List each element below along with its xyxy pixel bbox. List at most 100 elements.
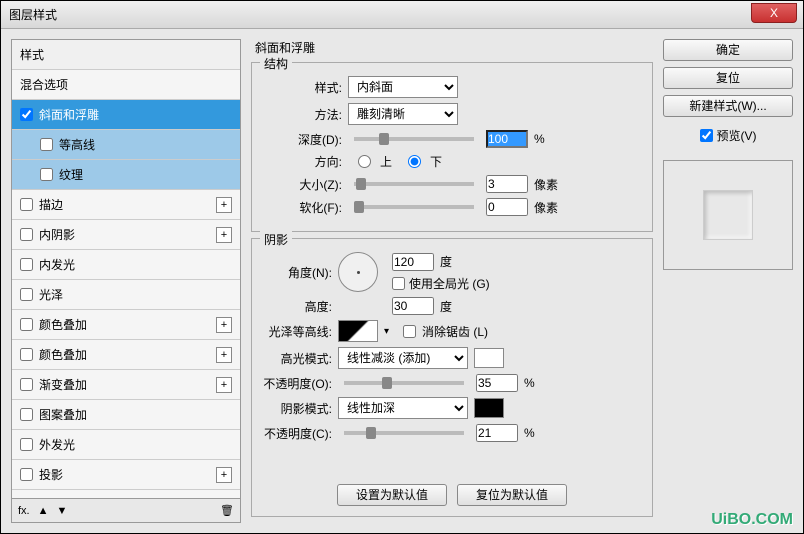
cancel-button[interactable]: 复位 bbox=[663, 67, 793, 89]
sidebar-item[interactable]: 颜色叠加+ bbox=[12, 340, 240, 370]
size-slider[interactable] bbox=[354, 182, 474, 186]
add-icon[interactable]: + bbox=[216, 227, 232, 243]
style-checkbox[interactable] bbox=[20, 228, 33, 241]
style-checkbox[interactable] bbox=[20, 438, 33, 451]
shadow-mode-label: 阴影模式: bbox=[262, 400, 332, 417]
angle-unit: 度 bbox=[440, 253, 452, 270]
blend-options[interactable]: 混合选项 bbox=[12, 70, 240, 100]
close-button[interactable]: X bbox=[751, 3, 797, 23]
style-label: 光泽 bbox=[39, 286, 232, 303]
titlebar: 图层样式 X bbox=[1, 1, 803, 29]
layer-style-dialog: 图层样式 X 样式 混合选项 斜面和浮雕等高线纹理描边+内阴影+内发光光泽颜色叠… bbox=[0, 0, 804, 534]
add-icon[interactable]: + bbox=[216, 467, 232, 483]
depth-slider[interactable] bbox=[354, 137, 474, 141]
highlight-mode-select[interactable]: 线性减淡 (添加) bbox=[338, 347, 468, 369]
depth-input[interactable] bbox=[486, 130, 528, 148]
global-light-label: 使用全局光 (G) bbox=[409, 275, 490, 292]
soften-unit: 像素 bbox=[534, 199, 558, 216]
structure-title: 结构 bbox=[260, 55, 292, 72]
style-list: 样式 混合选项 斜面和浮雕等高线纹理描边+内阴影+内发光光泽颜色叠加+颜色叠加+… bbox=[12, 40, 240, 498]
global-light-checkbox[interactable] bbox=[392, 277, 405, 290]
set-default-button[interactable]: 设置为默认值 bbox=[337, 484, 447, 506]
highlight-color-swatch[interactable] bbox=[474, 348, 504, 368]
method-select[interactable]: 雕刻清晰 bbox=[348, 103, 458, 125]
reset-default-button[interactable]: 复位为默认值 bbox=[457, 484, 567, 506]
highlight-opacity-slider[interactable] bbox=[344, 381, 464, 385]
sidebar-item[interactable]: 颜色叠加+ bbox=[12, 310, 240, 340]
sidebar-item[interactable]: 纹理 bbox=[12, 160, 240, 190]
antialias-checkbox[interactable] bbox=[403, 325, 416, 338]
style-label: 颜色叠加 bbox=[39, 346, 216, 363]
sidebar-item[interactable]: 内阴影+ bbox=[12, 220, 240, 250]
preview-checkbox[interactable] bbox=[700, 129, 713, 142]
section-title: 斜面和浮雕 bbox=[255, 39, 653, 56]
depth-label: 深度(D): bbox=[262, 131, 342, 148]
trash-icon[interactable]: 🗑 bbox=[220, 504, 234, 517]
altitude-input[interactable] bbox=[392, 297, 434, 315]
style-checkbox[interactable] bbox=[20, 288, 33, 301]
main-panel: 斜面和浮雕 结构 样式: 内斜面 方法: 雕刻清晰 深度(D): % bbox=[251, 39, 653, 523]
watermark: UiBO.COM bbox=[711, 511, 793, 529]
soften-slider[interactable] bbox=[354, 205, 474, 209]
direction-up-radio[interactable] bbox=[358, 155, 371, 168]
sidebar-item[interactable]: 等高线 bbox=[12, 130, 240, 160]
shadow-opacity-slider[interactable] bbox=[344, 431, 464, 435]
style-label: 投影 bbox=[39, 466, 216, 483]
content: 样式 混合选项 斜面和浮雕等高线纹理描边+内阴影+内发光光泽颜色叠加+颜色叠加+… bbox=[1, 29, 803, 533]
depth-unit: % bbox=[534, 132, 545, 146]
shadow-mode-select[interactable]: 线性加深 bbox=[338, 397, 468, 419]
new-style-button[interactable]: 新建样式(W)... bbox=[663, 95, 793, 117]
sidebar-item[interactable]: 图案叠加 bbox=[12, 400, 240, 430]
highlight-opacity-input[interactable] bbox=[476, 374, 518, 392]
sidebar-item[interactable]: 外发光 bbox=[12, 430, 240, 460]
shadow-title: 阴影 bbox=[260, 231, 292, 248]
direction-down-radio[interactable] bbox=[408, 155, 421, 168]
shadow-color-swatch[interactable] bbox=[474, 398, 504, 418]
gloss-contour-picker[interactable] bbox=[338, 320, 378, 342]
style-checkbox[interactable] bbox=[20, 378, 33, 391]
style-checkbox[interactable] bbox=[20, 348, 33, 361]
style-checkbox[interactable] bbox=[20, 408, 33, 421]
style-label: 颜色叠加 bbox=[39, 316, 216, 333]
move-up-icon[interactable]: ▲ bbox=[38, 505, 49, 517]
gloss-label: 光泽等高线: bbox=[262, 323, 332, 340]
style-label: 渐变叠加 bbox=[39, 376, 216, 393]
move-down-icon[interactable]: ▼ bbox=[57, 505, 68, 517]
ok-button[interactable]: 确定 bbox=[663, 39, 793, 61]
style-label: 纹理 bbox=[59, 166, 232, 183]
style-label: 斜面和浮雕 bbox=[39, 106, 232, 123]
add-icon[interactable]: + bbox=[216, 377, 232, 393]
add-icon[interactable]: + bbox=[216, 347, 232, 363]
shadow-opacity-input[interactable] bbox=[476, 424, 518, 442]
style-select[interactable]: 内斜面 bbox=[348, 76, 458, 98]
style-label: 内发光 bbox=[39, 256, 232, 273]
styles-sidebar: 样式 混合选项 斜面和浮雕等高线纹理描边+内阴影+内发光光泽颜色叠加+颜色叠加+… bbox=[11, 39, 241, 523]
right-panel: 确定 复位 新建样式(W)... 预览(V) bbox=[663, 39, 793, 523]
sidebar-item[interactable]: 光泽 bbox=[12, 280, 240, 310]
style-checkbox[interactable] bbox=[20, 468, 33, 481]
size-input[interactable] bbox=[486, 175, 528, 193]
style-checkbox[interactable] bbox=[20, 108, 33, 121]
preview-box bbox=[663, 160, 793, 270]
sidebar-item[interactable]: 斜面和浮雕 bbox=[12, 100, 240, 130]
style-label: 描边 bbox=[39, 196, 216, 213]
angle-input[interactable] bbox=[392, 253, 434, 271]
style-checkbox[interactable] bbox=[20, 198, 33, 211]
sidebar-item[interactable]: 内发光 bbox=[12, 250, 240, 280]
window-title: 图层样式 bbox=[9, 6, 57, 23]
angle-wheel[interactable] bbox=[338, 252, 378, 292]
add-icon[interactable]: + bbox=[216, 197, 232, 213]
sidebar-item[interactable]: 投影+ bbox=[12, 460, 240, 490]
add-icon[interactable]: + bbox=[216, 317, 232, 333]
shadow-group: 阴影 角度(N): 度 使用全局光 (G) bbox=[251, 238, 653, 517]
sidebar-item[interactable]: 描边+ bbox=[12, 190, 240, 220]
style-label: 样式: bbox=[262, 79, 342, 96]
soften-input[interactable] bbox=[486, 198, 528, 216]
sidebar-footer: fx. ▲ ▼ 🗑 bbox=[12, 498, 240, 522]
altitude-label: 高度: bbox=[262, 298, 332, 315]
style-checkbox[interactable] bbox=[20, 318, 33, 331]
sidebar-item[interactable]: 渐变叠加+ bbox=[12, 370, 240, 400]
fx-menu[interactable]: fx. bbox=[18, 505, 30, 517]
style-checkbox[interactable] bbox=[20, 258, 33, 271]
sidebar-header: 样式 bbox=[12, 40, 240, 70]
